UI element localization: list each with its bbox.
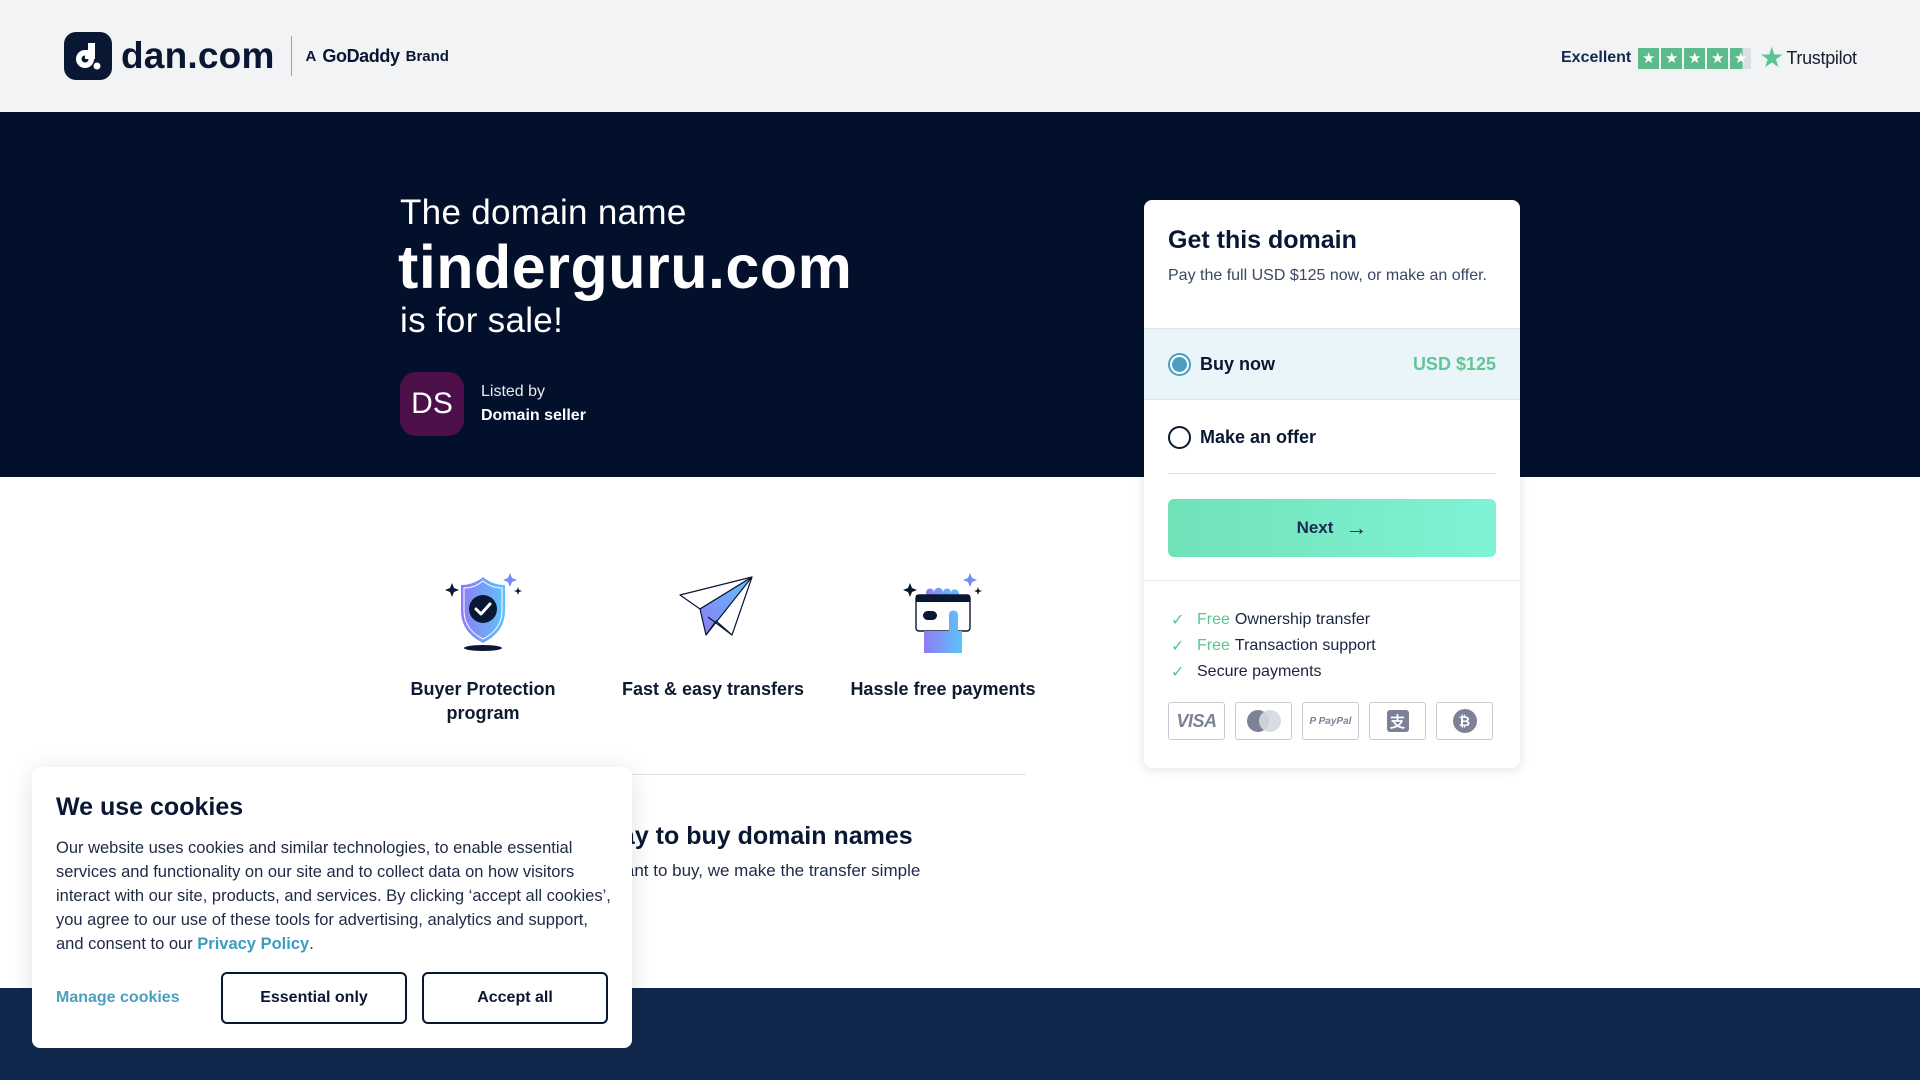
purchase-card: Get this domain Pay the full USD $125 no… <box>1144 200 1520 768</box>
check-icon: ✓ <box>1171 638 1185 655</box>
godaddy-wordmark: GoDaddy <box>322 45 400 66</box>
perks-list: ✓ Free Ownership transfer ✓ Free Transac… <box>1171 607 1376 685</box>
options-divider <box>1168 473 1496 474</box>
top-bar: dan.com A GoDaddy Brand Excellent ★ ★ ★ … <box>0 0 1920 112</box>
hero-intro: The domain name <box>400 193 687 232</box>
cookie-title: We use cookies <box>56 793 244 821</box>
hero-section <box>0 112 1920 477</box>
paypal-icon: P PayPal <box>1302 702 1359 740</box>
perk-free-tag: Free <box>1197 637 1230 654</box>
arrow-right-icon: → <box>1345 515 1368 540</box>
perk-text: Ownership transfer <box>1234 611 1371 628</box>
feature-label: Fast & easy transfers <box>621 679 805 699</box>
trustpilot-star-icon: ★ <box>1759 42 1785 73</box>
accept-all-button[interactable]: Accept all <box>422 972 608 1024</box>
check-icon: ✓ <box>1171 664 1185 681</box>
manage-cookies-link[interactable]: Manage cookies <box>56 989 180 1007</box>
trustpilot-stars: ★ ★ ★ ★ ★ <box>1638 47 1752 69</box>
essential-only-button[interactable]: Essential only <box>221 972 407 1024</box>
feature-hassle-free-payments: Hassle free payments <box>848 565 1038 701</box>
star-icon: ★ <box>1661 47 1683 69</box>
alipay-icon: 支 <box>1369 702 1426 740</box>
perk-item: ✓ Free Transaction support <box>1171 633 1376 659</box>
perk-text: Secure payments <box>1197 663 1322 680</box>
half-star-icon: ★ <box>1730 47 1752 69</box>
make-offer-option[interactable]: Make an offer <box>1144 401 1520 473</box>
privacy-policy-link[interactable]: Privacy Policy <box>197 935 309 953</box>
next-label: Next <box>1296 518 1334 537</box>
perk-item: ✓ Secure payments <box>1171 659 1376 685</box>
card-divider <box>1144 580 1520 581</box>
domain-name: tinderguru.com <box>398 233 853 301</box>
next-button[interactable]: Next → <box>1168 499 1496 557</box>
logo-text: dan.com <box>121 35 275 76</box>
brand-prefix: A <box>305 47 317 65</box>
seller-avatar: DS <box>400 372 464 436</box>
brand-suffix: Brand <box>405 47 449 65</box>
trustpilot-rating-label: Excellent <box>1561 49 1632 66</box>
buy-now-price: USD $125 <box>1412 353 1496 374</box>
mastercard-icon <box>1235 702 1292 740</box>
perk-item: ✓ Free Ownership transfer <box>1171 607 1376 633</box>
seller-name: Domain seller <box>481 407 586 424</box>
card-hand-icon <box>903 573 982 653</box>
visa-icon: VISA <box>1168 702 1225 740</box>
trustpilot-logo: ★ Trustpilot <box>1759 42 1857 73</box>
feature-label: Buyer Protection program <box>410 679 556 723</box>
trustpilot-wordmark: Trustpilot <box>1786 47 1857 68</box>
perk-text: Transaction support <box>1234 637 1376 654</box>
cookie-banner: We use cookies Our website uses cookies … <box>32 767 632 1048</box>
card-description: Pay the full USD $125 now, or make an of… <box>1168 267 1487 284</box>
shield-check-icon <box>445 573 522 651</box>
cookie-body: Our website uses cookies and similar tec… <box>56 839 611 953</box>
seller-info: DS Listed by Domain seller <box>400 372 586 436</box>
star-icon: ★ <box>1638 47 1660 69</box>
feature-label: Hassle free payments <box>850 679 1036 699</box>
check-icon: ✓ <box>1171 612 1185 629</box>
buy-now-label: Buy now <box>1200 353 1275 374</box>
buy-now-option[interactable]: Buy now USD $125 <box>1144 328 1520 400</box>
make-offer-label: Make an offer <box>1200 426 1317 447</box>
radio-selected-icon[interactable] <box>1168 352 1191 376</box>
feature-buyer-protection: Buyer Protection program <box>388 565 578 725</box>
listed-by-label: Listed by <box>481 383 546 400</box>
perk-free-tag: Free <box>1197 611 1230 628</box>
star-icon: ★ <box>1707 47 1729 69</box>
radio-unselected-icon[interactable] <box>1168 425 1191 449</box>
feature-fast-transfers: Fast & easy transfers <box>618 565 808 701</box>
card-title: Get this domain <box>1168 226 1357 254</box>
dan-logo-icon <box>64 32 112 80</box>
hero-outro: is for sale! <box>400 301 564 340</box>
trustpilot-widget[interactable]: Excellent ★ ★ ★ ★ ★ ★ Trustpilot <box>1561 44 1857 72</box>
dan-logo[interactable]: dan.com A GoDaddy Brand <box>64 32 449 80</box>
bitcoin-icon: ₿ <box>1436 702 1493 740</box>
star-icon: ★ <box>1684 47 1706 69</box>
payment-methods: VISA P PayPal 支 ₿ <box>1168 702 1493 740</box>
paper-plane-icon <box>679 576 753 636</box>
logo-divider <box>290 36 292 76</box>
